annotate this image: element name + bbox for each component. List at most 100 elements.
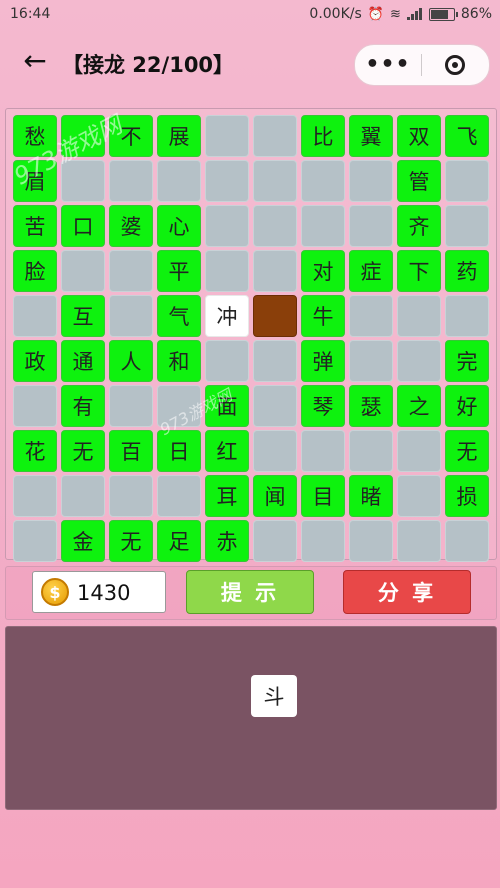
- board-cell-filled[interactable]: 通: [61, 340, 105, 382]
- hint-button[interactable]: 提 示: [186, 570, 314, 614]
- board-cell-filled[interactable]: 睹: [349, 475, 393, 517]
- board-cell-filled[interactable]: 无: [61, 430, 105, 472]
- board-cell-empty[interactable]: [301, 160, 345, 202]
- board-cell-empty[interactable]: [61, 250, 105, 292]
- board-cell-empty[interactable]: [349, 340, 393, 382]
- board-cell-filled[interactable]: 花: [13, 430, 57, 472]
- board-cell-filled[interactable]: 婆: [109, 205, 153, 247]
- board-cell-filled[interactable]: 和: [157, 340, 201, 382]
- board-cell-filled[interactable]: 药: [445, 250, 489, 292]
- board-cell-filled[interactable]: 瑟: [349, 385, 393, 427]
- board-cell-empty[interactable]: [445, 160, 489, 202]
- board-cell-empty[interactable]: [61, 475, 105, 517]
- board-cell-empty[interactable]: [349, 430, 393, 472]
- board-cell-empty[interactable]: [253, 115, 297, 157]
- board-cell-empty[interactable]: [253, 340, 297, 382]
- board-cell-empty[interactable]: [205, 160, 249, 202]
- board-cell-empty[interactable]: [13, 520, 57, 562]
- board-cell-filled[interactable]: 双: [397, 115, 441, 157]
- board-cell-empty[interactable]: [253, 250, 297, 292]
- board-cell-filled[interactable]: 有: [61, 385, 105, 427]
- board-cell-empty[interactable]: [109, 160, 153, 202]
- board-cell-empty[interactable]: [349, 295, 393, 337]
- board-cell-filled[interactable]: 耳: [205, 475, 249, 517]
- board-cell-filled[interactable]: 金: [61, 520, 105, 562]
- board-cell-filled[interactable]: 对: [301, 250, 345, 292]
- target-circle-icon[interactable]: [422, 55, 488, 75]
- board-cell-filled[interactable]: 不: [109, 115, 153, 157]
- board-cell-filled[interactable]: 互: [61, 295, 105, 337]
- board-cell-empty[interactable]: [445, 520, 489, 562]
- board-cell-empty[interactable]: [253, 430, 297, 472]
- board-cell-empty[interactable]: [397, 340, 441, 382]
- board-cell-filled[interactable]: 赤: [205, 520, 249, 562]
- board-cell-empty[interactable]: [157, 385, 201, 427]
- board-cell-filled[interactable]: 飞: [445, 115, 489, 157]
- board-cell-filled[interactable]: 之: [397, 385, 441, 427]
- board-cell-empty[interactable]: [157, 475, 201, 517]
- board-cell-empty[interactable]: [205, 340, 249, 382]
- board-cell-empty[interactable]: [13, 295, 57, 337]
- board-cell-filled[interactable]: 红: [205, 430, 249, 472]
- board-cell-filled[interactable]: 牛: [301, 295, 345, 337]
- board-cell-filled[interactable]: 管: [397, 160, 441, 202]
- back-arrow-icon[interactable]: ←: [18, 46, 52, 80]
- board-cell-filled[interactable]: 政: [13, 340, 57, 382]
- share-button[interactable]: 分 享: [343, 570, 471, 614]
- board-cell-filled[interactable]: 齐: [397, 205, 441, 247]
- board-cell-filled[interactable]: 平: [157, 250, 201, 292]
- board-cell-empty[interactable]: [301, 430, 345, 472]
- board-cell-filled[interactable]: 愁: [13, 115, 57, 157]
- board-cell-empty[interactable]: [109, 295, 153, 337]
- board-cell-empty[interactable]: [301, 520, 345, 562]
- board-cell-filled[interactable]: 无: [109, 520, 153, 562]
- board-cell-filled[interactable]: [61, 115, 105, 157]
- board-cell-filled[interactable]: 无: [445, 430, 489, 472]
- board-cell-empty[interactable]: [349, 205, 393, 247]
- board-cell-empty[interactable]: [301, 205, 345, 247]
- board-cell-empty[interactable]: [13, 475, 57, 517]
- board-cell-filled[interactable]: 完: [445, 340, 489, 382]
- board-cell-filled[interactable]: 展: [157, 115, 201, 157]
- board-cell-empty[interactable]: [445, 295, 489, 337]
- board-cell-target[interactable]: [253, 295, 297, 337]
- board-cell-empty[interactable]: [157, 160, 201, 202]
- board-cell-filled[interactable]: 弹: [301, 340, 345, 382]
- board-cell-empty[interactable]: [397, 430, 441, 472]
- board-cell-filled[interactable]: 好: [445, 385, 489, 427]
- board-cell-filled[interactable]: 翼: [349, 115, 393, 157]
- board-cell-filled[interactable]: 下: [397, 250, 441, 292]
- board-cell-filled[interactable]: 心: [157, 205, 201, 247]
- board-cell-filled[interactable]: 足: [157, 520, 201, 562]
- board-cell-filled[interactable]: 琴: [301, 385, 345, 427]
- board-cell-empty[interactable]: [205, 115, 249, 157]
- board-cell-empty[interactable]: [109, 250, 153, 292]
- board-cell-filled[interactable]: 气: [157, 295, 201, 337]
- board-cell-selected[interactable]: 冲: [205, 295, 249, 337]
- board-cell-empty[interactable]: [349, 160, 393, 202]
- board-cell-empty[interactable]: [253, 160, 297, 202]
- board-cell-empty[interactable]: [253, 520, 297, 562]
- board-cell-empty[interactable]: [109, 385, 153, 427]
- board-cell-empty[interactable]: [253, 385, 297, 427]
- board-cell-filled[interactable]: 面: [205, 385, 249, 427]
- board-cell-empty[interactable]: [61, 160, 105, 202]
- board-cell-filled[interactable]: 闻: [253, 475, 297, 517]
- board-cell-filled[interactable]: 日: [157, 430, 201, 472]
- board-cell-empty[interactable]: [445, 205, 489, 247]
- board-cell-empty[interactable]: [397, 475, 441, 517]
- board-cell-filled[interactable]: 眉: [13, 160, 57, 202]
- board-cell-empty[interactable]: [205, 250, 249, 292]
- board-cell-empty[interactable]: [397, 520, 441, 562]
- board-cell-empty[interactable]: [253, 205, 297, 247]
- board-cell-empty[interactable]: [349, 520, 393, 562]
- board-cell-filled[interactable]: 口: [61, 205, 105, 247]
- candidate-tile[interactable]: 斗: [251, 675, 297, 717]
- board-cell-empty[interactable]: [205, 205, 249, 247]
- board-cell-filled[interactable]: 人: [109, 340, 153, 382]
- board-cell-filled[interactable]: 百: [109, 430, 153, 472]
- board-cell-empty[interactable]: [109, 475, 153, 517]
- board-cell-empty[interactable]: [13, 385, 57, 427]
- board-cell-filled[interactable]: 脸: [13, 250, 57, 292]
- board-cell-filled[interactable]: 症: [349, 250, 393, 292]
